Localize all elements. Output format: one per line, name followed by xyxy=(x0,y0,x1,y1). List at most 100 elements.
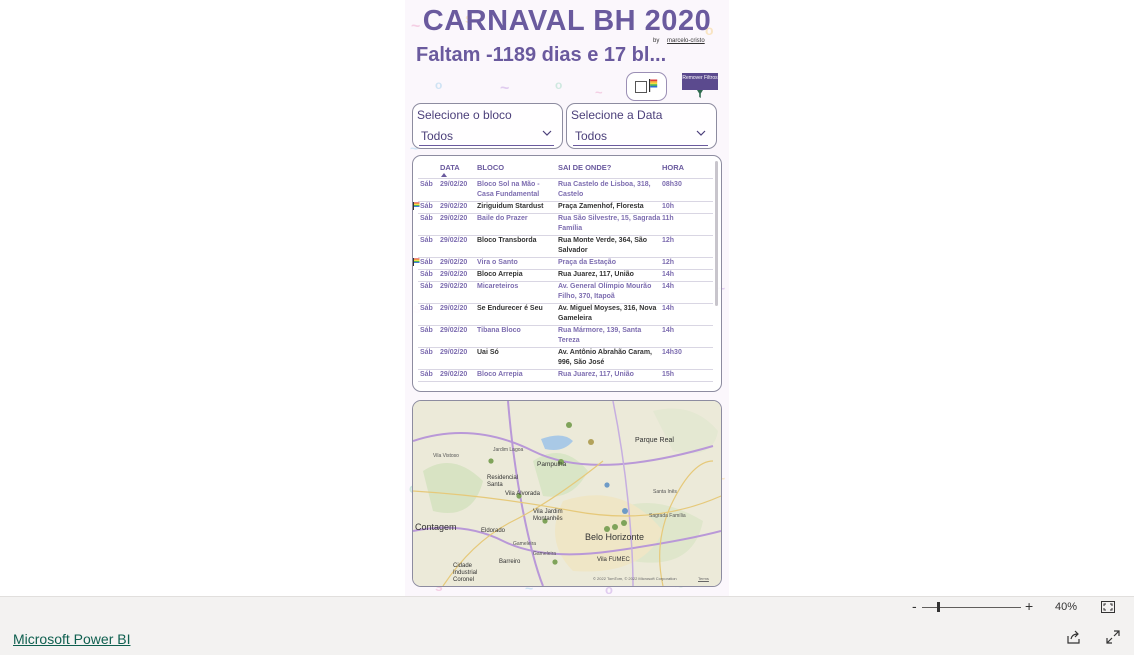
cell-bloco: Uai Só xyxy=(477,349,499,356)
column-header-local[interactable]: SAI DE ONDE? xyxy=(558,163,611,172)
cell-bloco: Bloco Arrepia xyxy=(477,271,523,278)
cell-bloco: Bloco Arrepia xyxy=(477,371,523,378)
cell-date: 29/02/20 xyxy=(440,203,468,210)
checkbox-icon[interactable] xyxy=(635,81,647,93)
table-row[interactable]: Sáb 29/02/20 Bloco Transborda Rua Monte Ver… xyxy=(413,236,713,258)
report-page: ~ o s ~ o ~ o ~ s ~ o ~ s ~ o ~ CARNAVAL… xyxy=(405,0,729,596)
filter-icon xyxy=(697,90,703,98)
power-bi-link[interactable]: Microsoft Power BI xyxy=(13,631,130,647)
zoom-in-button[interactable]: + xyxy=(1025,598,1033,614)
cell-hora: 12h xyxy=(662,259,675,266)
cell-hora: 11h xyxy=(662,215,674,222)
cell-date: 29/02/20 xyxy=(440,305,468,312)
footer-bar: Microsoft Power BI xyxy=(0,619,1134,655)
cell-local: Praça Zamenhof, Floresta xyxy=(558,203,644,210)
cell-date: 29/02/20 xyxy=(440,371,468,378)
cell-bloco: Bloco Sol na Mão - Casa Fundamental xyxy=(477,181,540,198)
cell-day: Sáb xyxy=(420,305,433,312)
cell-local: Rua Castelo de Lisboa, 318, Castelo xyxy=(558,181,651,198)
table-row[interactable]: Sáb 29/02/20 Uai Só Av. Antônio Abrahão Car… xyxy=(413,348,713,370)
map-label: Vila Vistoso xyxy=(433,453,459,459)
cell-hora: 12h xyxy=(662,237,675,244)
cell-day: Sáb xyxy=(420,271,433,278)
column-header-data[interactable]: DATA xyxy=(440,163,460,172)
sort-ascending-icon xyxy=(441,173,447,177)
cell-bloco: Vira o Santo xyxy=(477,259,518,266)
cell-hora: 10h xyxy=(662,203,675,210)
blocos-table: DATA BLOCO SAI DE ONDE? HORA Sáb 29/02/20… xyxy=(412,155,722,392)
cell-hora: 14h xyxy=(662,305,675,312)
map-label: Vila Jardim Montanhês xyxy=(533,509,563,522)
cell-hora: 14h xyxy=(662,283,675,290)
cell-hora: 14h xyxy=(662,327,675,334)
cell-hora: 14h xyxy=(662,271,675,278)
header-divider xyxy=(418,178,713,179)
table-row[interactable]: Sáb 29/02/20 Micareteiros Av. General Olímp… xyxy=(413,282,713,304)
author-link[interactable]: marcelo-cristo xyxy=(667,38,705,44)
flag-icon xyxy=(413,202,420,210)
bloco-slicer[interactable]: Selecione o bloco Todos xyxy=(412,103,563,149)
cell-day: Sáb xyxy=(420,327,433,334)
cell-date: 29/02/20 xyxy=(440,181,468,188)
slicer-underline xyxy=(573,145,708,146)
share-icon[interactable] xyxy=(1067,630,1081,644)
row-divider xyxy=(418,381,713,382)
chevron-down-icon[interactable] xyxy=(696,129,706,137)
map-label: Residencial Santa xyxy=(487,475,519,488)
cell-day: Sáb xyxy=(420,349,433,356)
fullscreen-icon[interactable] xyxy=(1106,630,1120,644)
bloco-slicer-value[interactable]: Todos xyxy=(421,129,453,143)
flag-filter-button[interactable] xyxy=(626,72,667,101)
cell-bloco: Bloco Transborda xyxy=(477,237,537,244)
report-canvas: ~ o s ~ o ~ o ~ s ~ o ~ s ~ o ~ CARNAVAL… xyxy=(0,0,1134,596)
map-terms-link[interactable]: Terms xyxy=(698,576,709,581)
table-row[interactable]: Sáb 29/02/20 Baile do Prazer Rua São Silves… xyxy=(413,214,713,236)
map-visual[interactable]: Parque Real Pampulha Residencial Santa V… xyxy=(412,400,722,587)
map-label: Parque Real xyxy=(635,437,674,444)
table-row[interactable]: Sáb 29/02/20 Bloco Sol na Mão - Casa Funda… xyxy=(413,180,713,202)
cell-date: 29/02/20 xyxy=(440,259,468,266)
data-slicer[interactable]: Selecione a Data Todos xyxy=(566,103,717,149)
cell-day: Sáb xyxy=(420,237,433,244)
flag-icon xyxy=(413,258,420,266)
cell-bloco: Se Endurecer é Seu xyxy=(477,305,543,312)
map-label: Cidade Industrial Coronel xyxy=(453,563,478,583)
cell-date: 29/02/20 xyxy=(440,349,468,356)
cell-hora: 08h30 xyxy=(662,181,682,188)
cell-day: Sáb xyxy=(420,283,433,290)
cell-date: 29/02/20 xyxy=(440,215,468,222)
zoom-toolbar: - + 40% xyxy=(0,596,1134,620)
slicer-underline xyxy=(419,145,554,146)
cell-day: Sáb xyxy=(420,259,433,266)
map-label: Gameleira xyxy=(513,541,537,547)
cell-bloco: Micareteiros xyxy=(477,283,519,290)
map-label: Contagem xyxy=(415,522,457,532)
map-credit: © 2022 TomTom, © 2022 Microsoft Corporat… xyxy=(593,576,677,581)
column-header-bloco[interactable]: BLOCO xyxy=(477,163,504,172)
data-slicer-value[interactable]: Todos xyxy=(575,129,607,143)
column-header-hora[interactable]: HORA xyxy=(662,163,684,172)
cell-local: Rua Mármore, 139, Santa Tereza xyxy=(558,327,642,344)
cell-local: Av. Miguel Moyses, 316, Nova Gameleira xyxy=(558,305,657,322)
zoom-out-button[interactable]: - xyxy=(912,598,917,614)
cell-local: Rua Juarez, 117, União xyxy=(558,271,634,278)
remove-filters-button[interactable]: Remover Filtros xyxy=(682,73,718,101)
fit-to-page-icon[interactable] xyxy=(1101,601,1115,613)
zoom-level: 40% xyxy=(1055,601,1078,613)
map-label: Vila FUMEC xyxy=(597,557,630,563)
table-scrollbar[interactable] xyxy=(715,161,718,306)
table-row[interactable]: Sáb 29/02/20 Tibana Bloco Rua Mármore, 139,… xyxy=(413,326,713,348)
countdown-text: Faltam -1189 dias e 17 bl... xyxy=(416,44,667,66)
map-label: Eldorado xyxy=(481,528,506,534)
cell-date: 29/02/20 xyxy=(440,283,468,290)
map-label: Pampulha xyxy=(537,461,567,468)
map-label: Vila Alvorada xyxy=(505,491,540,497)
map-label: Jardim Lagoa xyxy=(493,447,524,453)
report-title: CARNAVAL BH 2020 xyxy=(422,5,712,37)
cell-day: Sáb xyxy=(420,203,433,210)
cell-local: Av. Antônio Abrahão Caram, 996, São José xyxy=(558,349,652,366)
cell-date: 29/02/20 xyxy=(440,271,468,278)
zoom-slider-thumb[interactable] xyxy=(937,602,940,612)
table-row[interactable]: Sáb 29/02/20 Se Endurecer é Seu Av. Miguel … xyxy=(413,304,713,326)
chevron-down-icon[interactable] xyxy=(542,129,552,137)
